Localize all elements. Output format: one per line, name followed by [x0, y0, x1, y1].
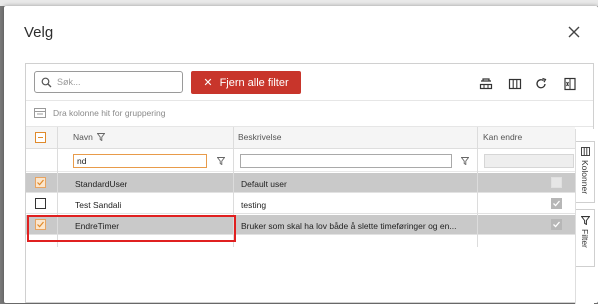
row-checkbox[interactable]: [35, 198, 46, 209]
toolbar-divider: [26, 100, 593, 101]
can-edit-checkbox: [551, 198, 562, 209]
search-icon: [41, 77, 52, 88]
clear-all-filters-button[interactable]: ✕ Fjern alle filter: [191, 71, 301, 94]
tab-filter[interactable]: Filter: [576, 209, 595, 267]
refresh-icon[interactable]: [534, 77, 548, 91]
search-field[interactable]: [34, 71, 183, 93]
column-header-name-label: Navn: [73, 132, 93, 142]
export-icon[interactable]: [563, 77, 577, 91]
column-header-can-edit[interactable]: Kan endre: [483, 132, 522, 142]
column-header-description-label: Beskrivelse: [238, 132, 282, 142]
column-separator: [233, 127, 234, 247]
column-separator: [477, 127, 478, 247]
columns-icon[interactable]: [508, 77, 522, 91]
column-header-name[interactable]: Navn: [73, 132, 105, 142]
table-row[interactable]: StandardUser Default user: [26, 173, 575, 193]
can-edit-checkbox: [551, 219, 562, 230]
funnel-icon[interactable]: [461, 157, 469, 165]
row-checkbox[interactable]: [35, 177, 46, 188]
tab-columns-label: Kolonner: [580, 160, 590, 195]
close-icon[interactable]: [566, 24, 582, 40]
search-input[interactable]: [57, 75, 177, 89]
side-panel: Kolonner Filter: [575, 129, 595, 304]
can-edit-checkbox: [551, 177, 562, 188]
grouping-icon: [34, 108, 46, 118]
row-name: StandardUser: [75, 179, 128, 189]
row-checkbox[interactable]: [35, 219, 46, 230]
name-filter-input[interactable]: [73, 154, 207, 168]
table-row[interactable]: EndreTimer Bruker som skal ha lov både å…: [26, 215, 575, 235]
can-edit-filter: [484, 154, 574, 168]
funnel-icon[interactable]: [217, 157, 225, 165]
funnel-icon[interactable]: [96, 133, 105, 141]
group-panel[interactable]: Dra kolonne hit for gruppering: [34, 106, 165, 120]
table-row[interactable]: Test Sandali testing: [26, 194, 575, 214]
column-separator: [57, 127, 58, 247]
close-icon: ✕: [203, 77, 213, 89]
grouping-icon[interactable]: [479, 77, 493, 91]
select-all-checkbox[interactable]: [35, 132, 46, 143]
dialog-title: Velg: [24, 24, 54, 41]
filter-row: [26, 150, 575, 172]
grid-header: Navn Beskrivelse Kan endre: [26, 127, 575, 149]
row-description: Default user: [241, 179, 287, 189]
column-header-description[interactable]: Beskrivelse: [238, 132, 281, 142]
row-description: Bruker som skal ha lov både å slette tim…: [241, 221, 457, 231]
group-hint: Dra kolonne hit for gruppering: [53, 108, 166, 118]
tab-filter-label: Filter: [580, 229, 590, 248]
data-grid: ✕ Fjern alle filter Dra: [25, 63, 595, 304]
funnel-icon: [580, 216, 590, 225]
clear-all-filters-label: Fjern alle filter: [219, 76, 289, 89]
tab-columns[interactable]: Kolonner: [576, 141, 595, 203]
columns-icon: [580, 147, 590, 156]
select-dialog: Velg ✕ Fjern alle filter: [4, 6, 598, 304]
row-description: testing: [241, 200, 267, 210]
row-name: EndreTimer: [75, 221, 120, 231]
description-filter-input[interactable]: [240, 154, 452, 168]
row-name: Test Sandali: [75, 200, 122, 210]
column-header-can-edit-label: Kan endre: [483, 132, 523, 142]
